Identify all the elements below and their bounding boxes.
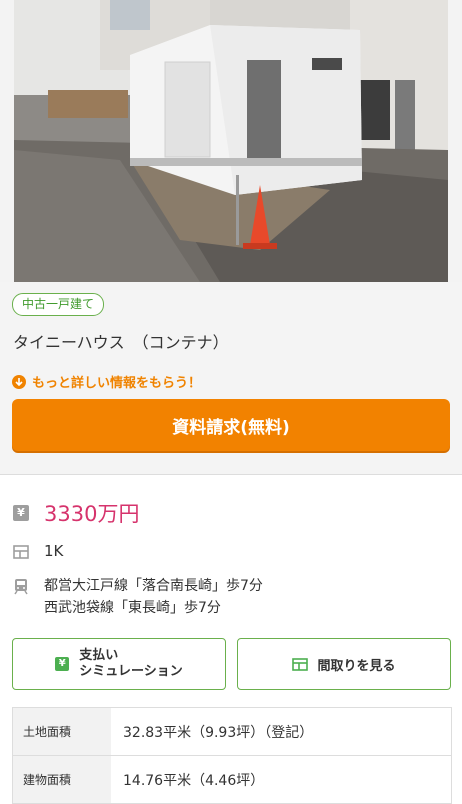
floorplan-icon [12,543,30,561]
payment-label-2: シミュレーション [79,664,183,679]
table-row: 建物面積 14.76平米（4.46坪） [13,756,451,804]
table-row: 土地面積 32.83平米（9.93坪）（登記） [13,708,451,756]
price-value: 3330万円 [44,502,140,526]
layout-row: 1K [12,541,63,561]
floorplan-label: 間取りを見る [317,658,396,674]
station-line-1: 都営大江戸線「落合南長崎」歩7分 [44,578,263,594]
property-title: タイニーハウス （コンテナ） [13,333,229,352]
property-photo[interactable] [0,0,462,282]
station-row: 都営大江戸線「落合南長崎」歩7分 西武池袋線「東長崎」歩7分 [12,575,263,619]
container-house-image [0,0,462,282]
building-area-label: 建物面積 [13,756,111,803]
more-info-label: もっと詳しい情報をもらう！ [32,376,202,391]
request-documents-button[interactable]: 資料請求(無料) [12,399,450,451]
yen-icon: ¥ [12,504,30,522]
building-area-value: 14.76平米（4.46坪） [123,772,265,789]
payment-simulation-button[interactable]: ¥ 支払い シミュレーション [12,638,226,690]
more-info-link[interactable]: もっと詳しい情報をもらう！ [12,372,201,391]
floorplan-icon [292,657,309,671]
yen-icon: ¥ [55,657,70,671]
station-line-2: 西武池袋線「東長崎」歩7分 [44,600,221,616]
land-area-value: 32.83平米（9.93坪）（登記） [123,724,314,741]
arrow-down-circle-icon [12,374,26,389]
train-icon [12,577,30,595]
spec-table: 土地面積 32.83平米（9.93坪）（登記） 建物面積 14.76平米（4.4… [12,707,452,804]
land-area-label: 土地面積 [13,708,111,755]
price-row: ¥ 3330万円 [12,502,139,526]
listing-header: 中古一戸建て タイニーハウス （コンテナ） もっと詳しい情報をもらう！ 資料請求… [0,282,462,475]
property-type-badge: 中古一戸建て [12,293,105,316]
view-floorplan-button[interactable]: 間取りを見る [237,638,451,690]
payment-label-1: 支払い [79,648,119,663]
layout-value: 1K [44,542,64,560]
